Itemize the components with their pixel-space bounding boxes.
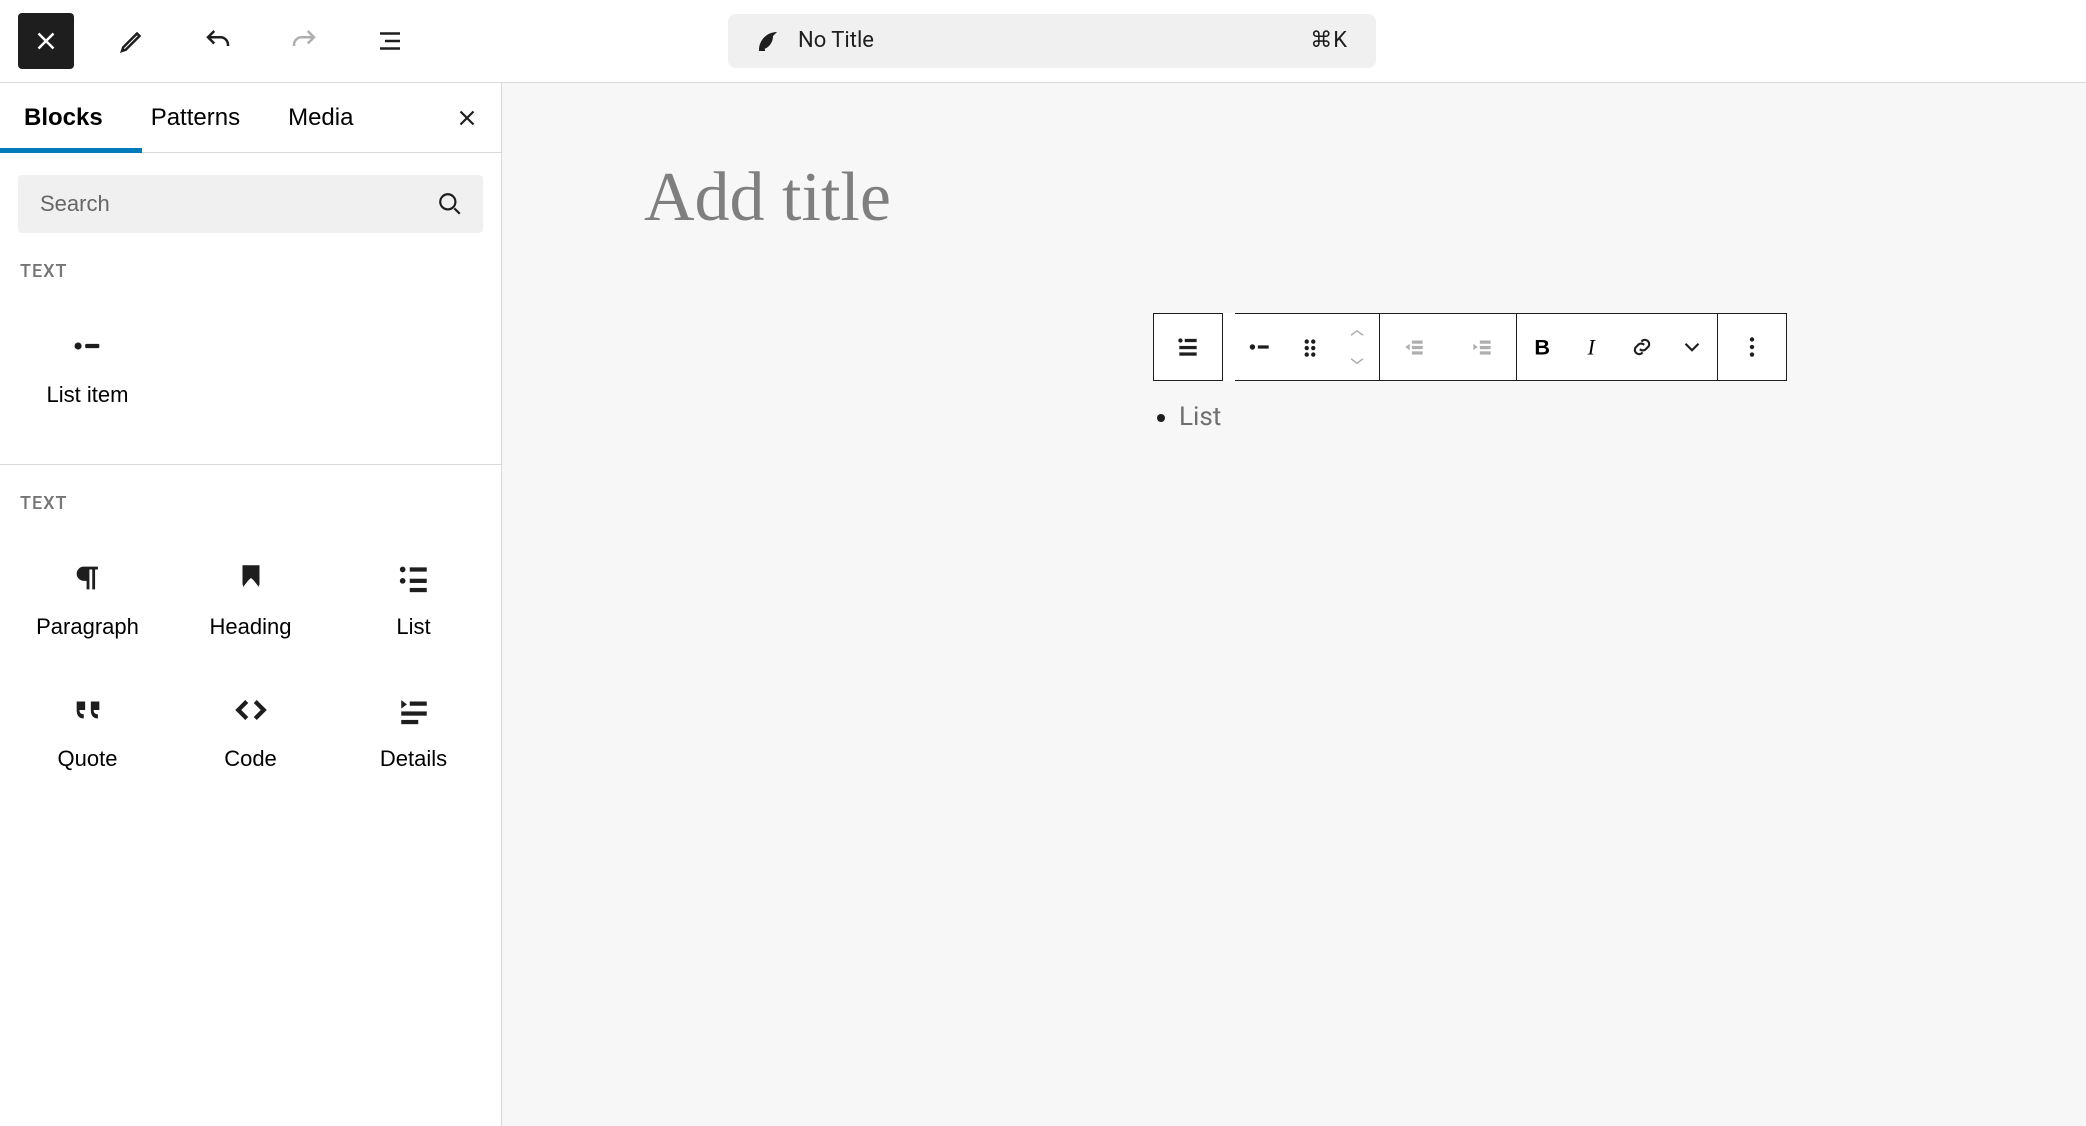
outline-icon xyxy=(375,26,405,56)
section-label: TEXT xyxy=(0,465,501,524)
move-down-button[interactable] xyxy=(1341,348,1373,374)
editor-canvas[interactable]: Add title xyxy=(502,83,2086,1126)
move-up-button[interactable] xyxy=(1341,320,1373,346)
block-details[interactable]: Details xyxy=(332,666,495,798)
block-label: Details xyxy=(380,746,447,772)
document-overview-button[interactable] xyxy=(362,13,418,69)
toolbar-center: No Title ⌘K xyxy=(418,14,1686,68)
block-heading[interactable]: Heading xyxy=(169,534,332,666)
block-inserter-panel: Blocks Patterns Media TEXT List item xyxy=(0,83,502,1126)
italic-icon: I xyxy=(1579,334,1605,360)
indent-button[interactable] xyxy=(1448,314,1516,380)
unordered-list-button[interactable] xyxy=(1235,314,1285,380)
edit-tools-button[interactable] xyxy=(104,13,160,69)
move-buttons xyxy=(1335,314,1379,380)
close-inserter-button[interactable] xyxy=(18,13,74,69)
bold-button[interactable]: B xyxy=(1517,314,1567,380)
block-list-section-0: List item xyxy=(0,292,501,464)
svg-text:I: I xyxy=(1587,336,1597,360)
list-item-placeholder[interactable]: List xyxy=(1179,399,1221,435)
more-rich-text-button[interactable] xyxy=(1667,314,1717,380)
block-code[interactable]: Code xyxy=(169,666,332,798)
command-k-hint: ⌘K xyxy=(1310,28,1348,53)
tab-blocks[interactable]: Blocks xyxy=(0,83,127,152)
bold-icon: B xyxy=(1529,334,1555,360)
quote-icon xyxy=(70,692,106,728)
link-icon xyxy=(1629,334,1655,360)
undo-icon xyxy=(203,26,233,56)
details-icon xyxy=(396,692,432,728)
tab-media[interactable]: Media xyxy=(264,83,377,152)
more-vertical-icon xyxy=(1739,334,1765,360)
close-icon xyxy=(454,105,480,131)
top-toolbar: No Title ⌘K xyxy=(0,0,2086,82)
redo-icon xyxy=(289,26,319,56)
chevron-down-icon xyxy=(1679,334,1705,360)
block-label: List item xyxy=(47,382,129,408)
link-button[interactable] xyxy=(1617,314,1667,380)
section-label: TEXT xyxy=(0,233,501,292)
code-icon xyxy=(233,692,269,728)
block-label: Paragraph xyxy=(36,614,139,640)
feather-icon xyxy=(756,29,780,53)
indent-icon xyxy=(1469,334,1495,360)
drag-handle-button[interactable] xyxy=(1285,314,1335,380)
block-type-button[interactable] xyxy=(1154,314,1222,380)
outdent-button[interactable] xyxy=(1380,314,1448,380)
chevron-down-icon xyxy=(1348,355,1366,367)
redo-button[interactable] xyxy=(276,13,332,69)
block-quote[interactable]: Quote xyxy=(6,666,169,798)
close-inserter-x-button[interactable] xyxy=(447,98,487,138)
paragraph-icon xyxy=(70,560,106,596)
tab-patterns[interactable]: Patterns xyxy=(127,83,264,152)
inserter-tabs: Blocks Patterns Media xyxy=(0,83,501,153)
block-label: Heading xyxy=(210,614,292,640)
close-icon xyxy=(31,26,61,56)
bullet-list-icon xyxy=(1247,334,1273,360)
block-toolbar: B I xyxy=(1153,313,1787,381)
block-list[interactable]: List xyxy=(332,534,495,666)
block-options-button[interactable] xyxy=(1718,314,1786,380)
tab-active-indicator xyxy=(0,148,142,153)
list-block[interactable]: List xyxy=(1153,399,1221,435)
italic-button[interactable]: I xyxy=(1567,314,1617,380)
undo-button[interactable] xyxy=(190,13,246,69)
heading-icon xyxy=(233,560,269,596)
chevron-up-icon xyxy=(1348,327,1366,339)
outdent-icon xyxy=(1401,334,1427,360)
document-title: No Title xyxy=(798,28,874,53)
search-icon xyxy=(437,191,463,217)
list-item-icon xyxy=(70,328,106,364)
block-search xyxy=(18,175,483,233)
block-label: Quote xyxy=(58,746,118,772)
block-list-item[interactable]: List item xyxy=(6,302,169,434)
block-label: Code xyxy=(224,746,277,772)
drag-icon xyxy=(1297,334,1323,360)
list-block-icon xyxy=(1175,334,1201,360)
svg-text:B: B xyxy=(1534,335,1550,360)
block-label: List xyxy=(396,614,430,640)
block-paragraph[interactable]: Paragraph xyxy=(6,534,169,666)
post-title-placeholder[interactable]: Add title xyxy=(644,163,1944,233)
block-list-section-1: Paragraph Heading List Quote xyxy=(0,524,501,828)
document-title-pill[interactable]: No Title ⌘K xyxy=(728,14,1376,68)
list-icon xyxy=(396,560,432,596)
toolbar-left-group xyxy=(0,13,418,69)
search-input[interactable] xyxy=(38,190,437,218)
pencil-icon xyxy=(117,26,147,56)
